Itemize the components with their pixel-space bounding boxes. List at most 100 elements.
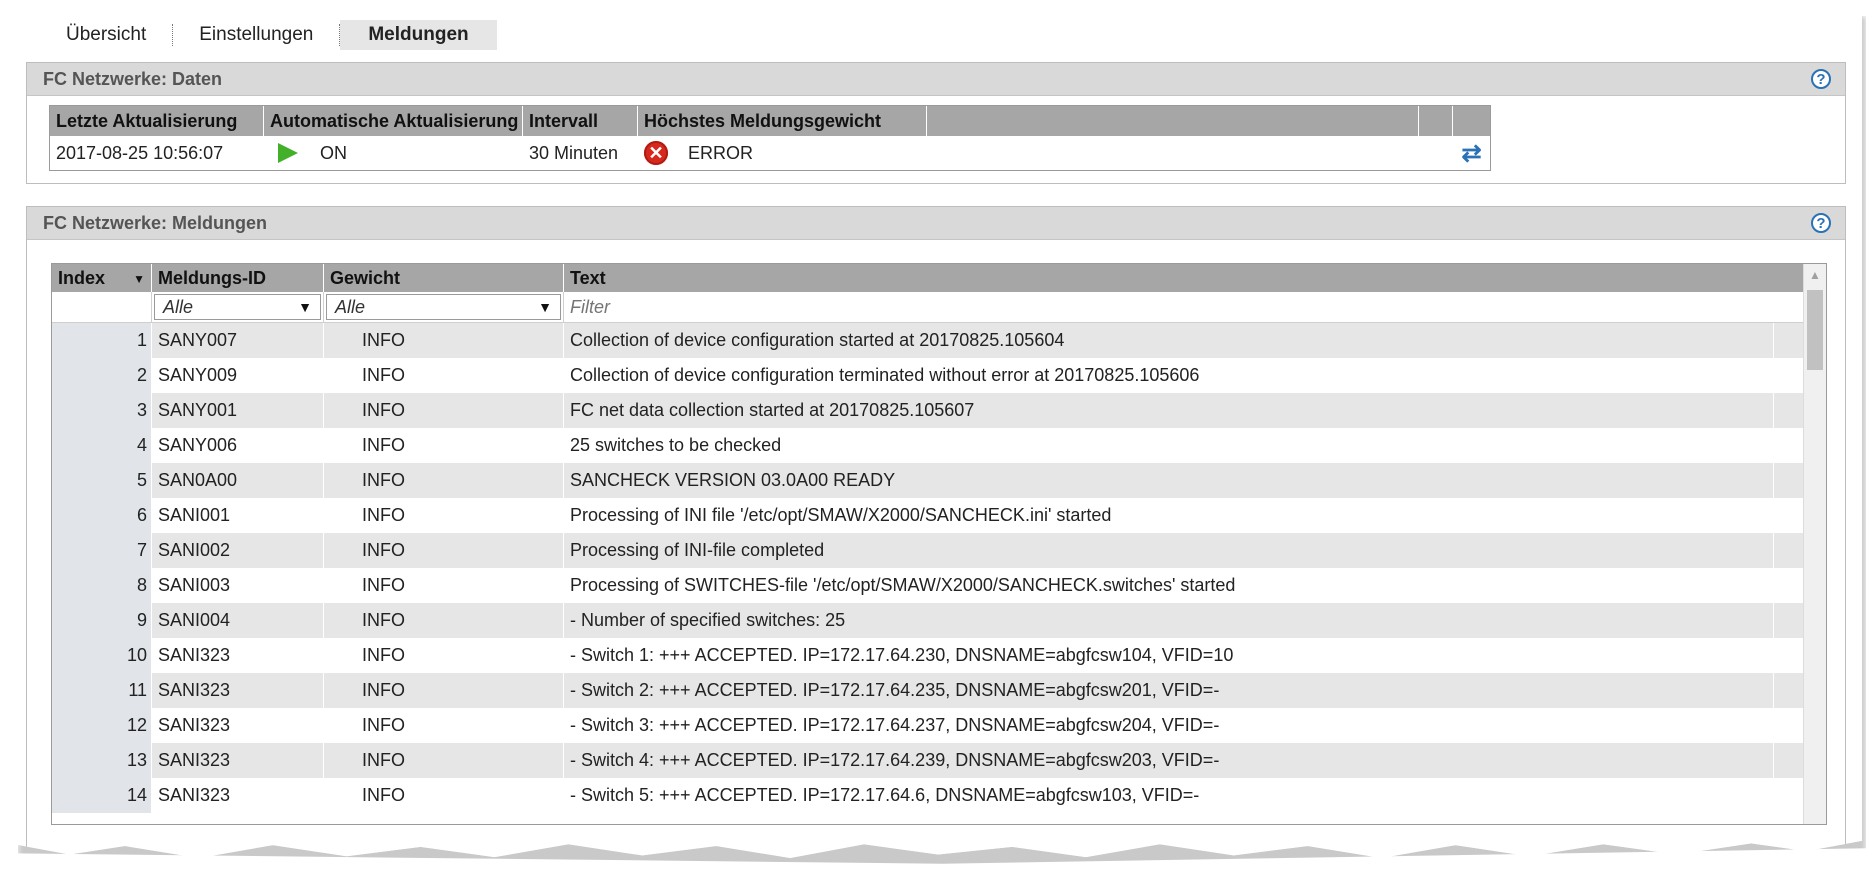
filter-row: Alle ▼ Alle ▼ (52, 292, 1826, 323)
col-empty (927, 106, 1419, 136)
cell-weight: INFO (324, 603, 564, 638)
sort-desc-icon[interactable]: ▼ (133, 272, 145, 286)
col-text[interactable]: Text (564, 264, 1774, 292)
scroll-thumb[interactable] (1807, 290, 1823, 370)
cell-message-id: SANI323 (152, 673, 324, 708)
last-update-value: 2017-08-25 10:56:07 (56, 142, 224, 163)
cell-index: 6 (52, 498, 152, 533)
cell-message-id: SANI003 (152, 568, 324, 603)
app-window: Übersicht Einstellungen Meldungen FC Net… (14, 12, 1862, 858)
col-index-label: Index (58, 267, 106, 288)
data-table: Letzte Aktualisierung Automatische Aktua… (49, 105, 1491, 171)
tab-meldungen[interactable]: Meldungen (340, 20, 497, 50)
table-row[interactable]: 5 SAN0A00 INFO SANCHECK VERSION 03.0A00 REA… (52, 463, 1826, 498)
filter-weight-cell: Alle ▼ (324, 292, 564, 322)
cell-message-id: SANI002 (152, 533, 324, 568)
cell-weight: INFO (324, 463, 564, 498)
help-icon[interactable]: ? (1811, 213, 1831, 233)
cell-index: 3 (52, 393, 152, 428)
messages-table: Index ▼ Meldungs-ID Gewicht Text Alle ▼ (51, 263, 1827, 825)
cell-text: SANCHECK VERSION 03.0A00 READY (564, 463, 1774, 498)
cell-text: - Switch 2: +++ ACCEPTED. IP=172.17.64.2… (564, 673, 1774, 708)
col-message-id[interactable]: Meldungs-ID (152, 264, 324, 292)
cell-index: 2 (52, 358, 152, 393)
panel-fc-messages: FC Netzwerke: Meldungen ? Index ▼ Meldun… (26, 206, 1846, 858)
table-row[interactable]: 8 SANI003 INFO Processing of SWITCHES-file … (52, 568, 1826, 603)
cell-weight: INFO (324, 323, 564, 358)
panel-title: FC Netzwerke: Daten (43, 68, 223, 89)
cell-text: FC net data collection started at 201708… (564, 393, 1774, 428)
cell-index: 11 (52, 673, 152, 708)
play-icon (278, 143, 298, 163)
error-icon: ✕ (644, 141, 668, 165)
tab-bar: Übersicht Einstellungen Meldungen (44, 20, 497, 50)
table-row[interactable]: 7 SANI002 INFO Processing of INI-file compl… (52, 533, 1826, 568)
interval-value: 30 Minuten (529, 142, 619, 163)
empty-cell (927, 136, 1419, 170)
cell-index: 4 (52, 428, 152, 463)
cell-weight: INFO (324, 428, 564, 463)
col-last-update: Letzte Aktualisierung (50, 106, 264, 136)
table-row[interactable]: 2 SANY009 INFO Collection of device configu… (52, 358, 1826, 393)
help-icon[interactable]: ? (1811, 69, 1831, 89)
table-row[interactable]: 4 SANY006 INFO 25 switches to be checked (52, 428, 1826, 463)
cell-index: 9 (52, 603, 152, 638)
cell-message-id: SANI001 (152, 498, 324, 533)
data-table-row: 2017-08-25 10:56:07 ON 30 Minuten ✕ ERRO… (50, 136, 1490, 170)
severity-value: ERROR (688, 142, 754, 163)
dropdown-arrow-icon: ▼ (298, 299, 312, 315)
cell-text: - Switch 4: +++ ACCEPTED. IP=172.17.64.2… (564, 743, 1774, 778)
cell-index: 7 (52, 533, 152, 568)
filter-text-cell (564, 292, 1774, 322)
panel-fc-data: FC Netzwerke: Daten ? Letzte Aktualisier… (26, 62, 1846, 184)
weight-filter-value: Alle (335, 296, 366, 317)
cell-message-id: SANY001 (152, 393, 324, 428)
message-id-filter-select[interactable]: Alle ▼ (154, 294, 321, 320)
cell-weight: INFO (324, 533, 564, 568)
table-row[interactable]: 13 SANI323 INFO - Switch 4: +++ ACCEPTED. I… (52, 743, 1826, 778)
tab-einstellungen[interactable]: Einstellungen (173, 20, 339, 50)
text-filter-input[interactable] (564, 295, 1774, 319)
cell-message-id: SANI323 (152, 638, 324, 673)
col-index[interactable]: Index ▼ (52, 264, 152, 292)
table-row[interactable]: 14 SANI323 INFO - Switch 5: +++ ACCEPTED. I… (52, 778, 1826, 813)
table-row[interactable]: 3 SANY001 INFO FC net data collection start… (52, 393, 1826, 428)
dropdown-arrow-icon: ▼ (538, 299, 552, 315)
table-row[interactable]: 10 SANI323 INFO - Switch 1: +++ ACCEPTED. I… (52, 638, 1826, 673)
cell-message-id: SANY006 (152, 428, 324, 463)
vertical-scrollbar[interactable]: ▲ (1803, 264, 1826, 824)
table-row[interactable]: 12 SANI323 INFO - Switch 3: +++ ACCEPTED. I… (52, 708, 1826, 743)
cell-text: - Switch 1: +++ ACCEPTED. IP=172.17.64.2… (564, 638, 1774, 673)
cell-index: 10 (52, 638, 152, 673)
col-empty (1419, 106, 1453, 136)
cell-weight: INFO (324, 708, 564, 743)
panel-title: FC Netzwerke: Meldungen (43, 212, 268, 233)
col-severity: Höchstes Meldungsgewicht (638, 106, 927, 136)
col-weight[interactable]: Gewicht (324, 264, 564, 292)
message-id-filter-value: Alle (163, 296, 194, 317)
col-auto-update: Automatische Aktualisierung (264, 106, 523, 136)
messages-table-header: Index ▼ Meldungs-ID Gewicht Text (52, 264, 1826, 292)
cell-message-id: SANI323 (152, 778, 324, 813)
empty-cell (1419, 136, 1453, 170)
table-row[interactable]: 9 SANI004 INFO - Number of specified switch… (52, 603, 1826, 638)
data-table-header: Letzte Aktualisierung Automatische Aktua… (50, 106, 1490, 136)
table-row[interactable]: 6 SANI001 INFO Processing of INI file '/etc… (52, 498, 1826, 533)
scroll-up-icon[interactable]: ▲ (1804, 264, 1826, 286)
cell-index: 8 (52, 568, 152, 603)
cell-text: Processing of INI-file completed (564, 533, 1774, 568)
tab-uebersicht[interactable]: Übersicht (44, 20, 172, 50)
refresh-icon[interactable]: ⇄ (1461, 139, 1481, 168)
weight-filter-select[interactable]: Alle ▼ (326, 294, 561, 320)
cell-weight: INFO (324, 743, 564, 778)
messages-body: 1 SANY007 INFO Collection of device configu… (52, 323, 1826, 813)
cell-text: Collection of device configuration start… (564, 323, 1774, 358)
cell-index: 1 (52, 323, 152, 358)
cell-index: 13 (52, 743, 152, 778)
table-row[interactable]: 1 SANY007 INFO Collection of device configu… (52, 323, 1826, 358)
cell-weight: INFO (324, 778, 564, 813)
cell-text: - Number of specified switches: 25 (564, 603, 1774, 638)
severity-cell: ✕ ERROR (638, 136, 927, 170)
cell-text: Processing of SWITCHES-file '/etc/opt/SM… (564, 568, 1774, 603)
table-row[interactable]: 11 SANI323 INFO - Switch 2: +++ ACCEPTED. I… (52, 673, 1826, 708)
